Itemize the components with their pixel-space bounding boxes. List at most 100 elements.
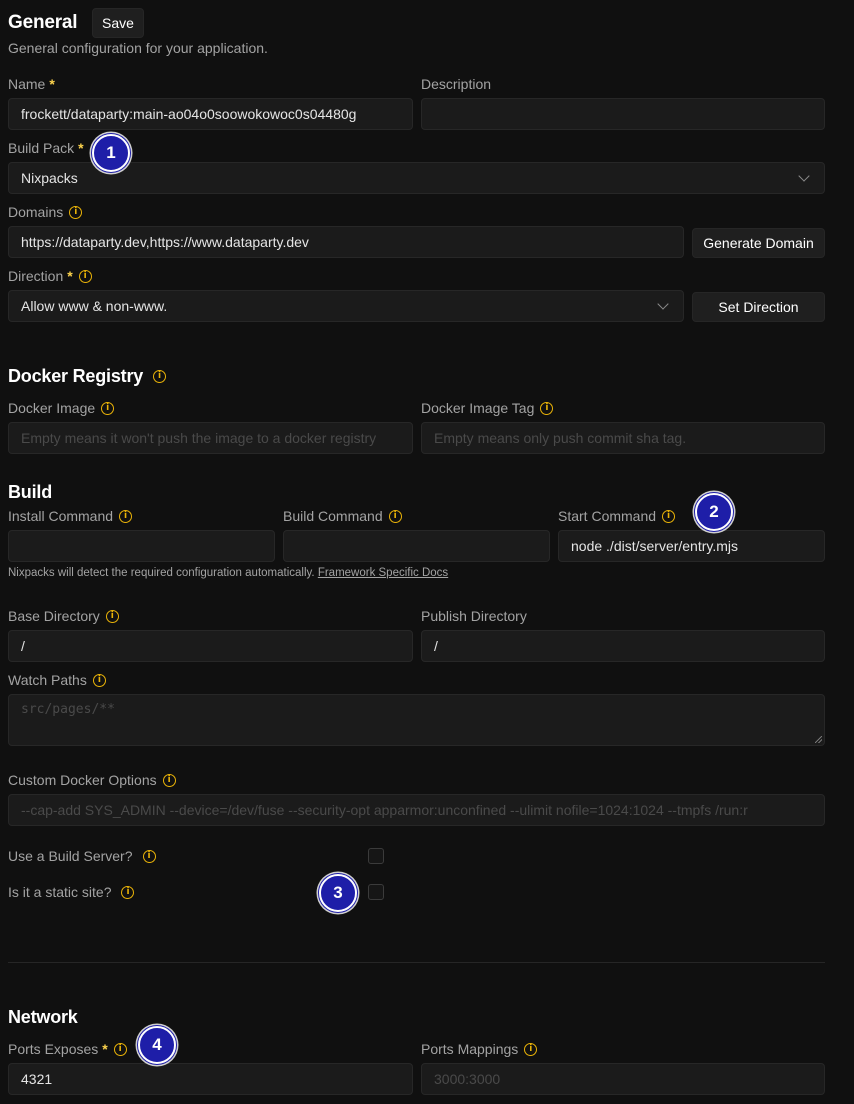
start-command-label: Start Command i — [558, 508, 676, 524]
set-direction-button[interactable]: Set Direction — [692, 292, 825, 322]
info-icon[interactable]: i — [121, 885, 135, 899]
info-icon[interactable]: i — [162, 773, 176, 787]
name-label-text: Name — [8, 76, 46, 92]
framework-docs-link[interactable]: Framework Specific Docs — [318, 567, 448, 579]
publish-directory-value: / — [434, 638, 438, 654]
build-pack-label: Build Pack * — [8, 140, 84, 156]
domains-label-text: Domains — [8, 204, 64, 220]
resize-handle[interactable] — [815, 736, 822, 743]
watch-paths-textarea[interactable]: src/pages/** — [8, 694, 825, 746]
info-icon[interactable]: i — [78, 269, 92, 283]
publish-directory-input[interactable]: / — [421, 630, 825, 662]
docker-image-tag-placeholder: Empty means only push commit sha tag. — [434, 430, 687, 446]
annotation-badge-4: 4 — [138, 1026, 176, 1064]
ports-exposes-label: Ports Exposes * i — [8, 1041, 127, 1057]
ports-mappings-label: Ports Mappings i — [421, 1041, 538, 1057]
info-icon[interactable]: i — [524, 1042, 538, 1056]
domains-input[interactable]: https://dataparty.dev,https://www.datapa… — [8, 226, 684, 258]
info-icon[interactable]: i — [119, 509, 133, 523]
base-directory-value: / — [21, 638, 25, 654]
build-pack-select[interactable]: Nixpacks — [8, 162, 825, 194]
docker-image-tag-label-text: Docker Image Tag — [421, 400, 535, 416]
docker-registry-heading: Docker Registry i — [8, 366, 167, 387]
static-site-label-text: Is it a static site? — [8, 884, 112, 900]
watch-paths-label: Watch Paths i — [8, 672, 106, 688]
save-button[interactable]: Save — [92, 8, 144, 38]
annotation-badge-2: 2 — [695, 493, 733, 531]
build-command-input[interactable] — [283, 530, 550, 562]
info-icon[interactable]: i — [113, 1042, 127, 1056]
helper-text: Nixpacks will detect the required config… — [8, 567, 315, 579]
network-title: Network — [8, 1007, 78, 1027]
domains-value: https://dataparty.dev,https://www.datapa… — [21, 234, 309, 250]
name-label: Name * — [8, 76, 55, 92]
required-marker: * — [78, 140, 84, 156]
watch-paths-label-text: Watch Paths — [8, 672, 87, 688]
info-icon[interactable]: i — [153, 370, 167, 383]
publish-directory-label: Publish Directory — [421, 608, 527, 624]
build-pack-value: Nixpacks — [21, 170, 78, 186]
install-command-input[interactable] — [8, 530, 275, 562]
static-site-checkbox[interactable] — [368, 884, 384, 900]
name-value: frockett/dataparty:main-ao04o0soowokowoc… — [21, 106, 357, 122]
direction-value: Allow www & non-www. — [21, 298, 168, 314]
generate-domain-button[interactable]: Generate Domain — [692, 228, 825, 258]
docker-registry-title: Docker Registry — [8, 366, 144, 386]
build-server-label: Use a Build Server? i — [8, 848, 156, 864]
info-icon[interactable]: i — [388, 509, 402, 523]
custom-docker-options-label: Custom Docker Options i — [8, 772, 176, 788]
docker-image-placeholder: Empty means it won't push the image to a… — [21, 430, 377, 446]
ports-exposes-input[interactable]: 4321 — [8, 1063, 413, 1095]
custom-docker-options-placeholder: --cap-add SYS_ADMIN --device=/dev/fuse -… — [21, 802, 748, 818]
build-server-checkbox[interactable] — [368, 848, 384, 864]
publish-directory-label-text: Publish Directory — [421, 608, 527, 624]
static-site-label: Is it a static site? i — [8, 884, 135, 900]
info-icon[interactable]: i — [101, 401, 115, 415]
install-command-label: Install Command i — [8, 508, 133, 524]
watch-paths-placeholder: src/pages/** — [21, 702, 115, 717]
chevron-down-icon — [657, 298, 669, 310]
start-command-label-text: Start Command — [558, 508, 657, 524]
docker-image-label-text: Docker Image — [8, 400, 96, 416]
annotation-badge-1: 1 — [92, 134, 130, 172]
name-input[interactable]: frockett/dataparty:main-ao04o0soowokowoc… — [8, 98, 413, 130]
description-label: Description — [421, 76, 491, 92]
start-command-value: node ./dist/server/entry.mjs — [571, 538, 739, 554]
annotation-badge-3: 3 — [319, 874, 357, 912]
direction-select[interactable]: Allow www & non-www. — [8, 290, 684, 322]
build-command-label: Build Command i — [283, 508, 402, 524]
required-marker: * — [102, 1041, 108, 1057]
domains-label: Domains i — [8, 204, 83, 220]
description-label-text: Description — [421, 76, 492, 92]
docker-image-input[interactable]: Empty means it won't push the image to a… — [8, 422, 413, 454]
general-title: General — [8, 12, 78, 33]
direction-label: Direction * i — [8, 268, 92, 284]
info-icon[interactable]: i — [662, 509, 676, 523]
ports-mappings-input[interactable]: 3000:3000 — [421, 1063, 825, 1095]
info-icon[interactable]: i — [69, 205, 83, 219]
info-icon[interactable]: i — [105, 609, 119, 623]
ports-mappings-label-text: Ports Mappings — [421, 1041, 519, 1057]
docker-image-tag-input[interactable]: Empty means only push commit sha tag. — [421, 422, 825, 454]
nixpacks-helper: Nixpacks will detect the required config… — [8, 567, 448, 579]
ports-exposes-value: 4321 — [21, 1071, 53, 1087]
docker-image-label: Docker Image i — [8, 400, 115, 416]
start-command-input[interactable]: node ./dist/server/entry.mjs — [558, 530, 825, 562]
build-pack-label-text: Build Pack — [8, 140, 75, 156]
base-directory-label: Base Directory i — [8, 608, 119, 624]
required-marker: * — [67, 268, 73, 284]
install-command-label-text: Install Command — [8, 508, 114, 524]
build-server-label-text: Use a Build Server? — [8, 848, 133, 864]
build-title: Build — [8, 482, 52, 502]
info-icon[interactable]: i — [142, 849, 156, 863]
info-icon[interactable]: i — [540, 401, 554, 415]
base-directory-input[interactable]: / — [8, 630, 413, 662]
description-input[interactable] — [421, 98, 825, 130]
section-divider — [8, 962, 825, 963]
info-icon[interactable]: i — [92, 673, 106, 687]
general-subtitle: General configuration for your applicati… — [8, 40, 268, 56]
build-command-label-text: Build Command — [283, 508, 383, 524]
base-directory-label-text: Base Directory — [8, 608, 100, 624]
docker-image-tag-label: Docker Image Tag i — [421, 400, 554, 416]
custom-docker-options-input[interactable]: --cap-add SYS_ADMIN --device=/dev/fuse -… — [8, 794, 825, 826]
